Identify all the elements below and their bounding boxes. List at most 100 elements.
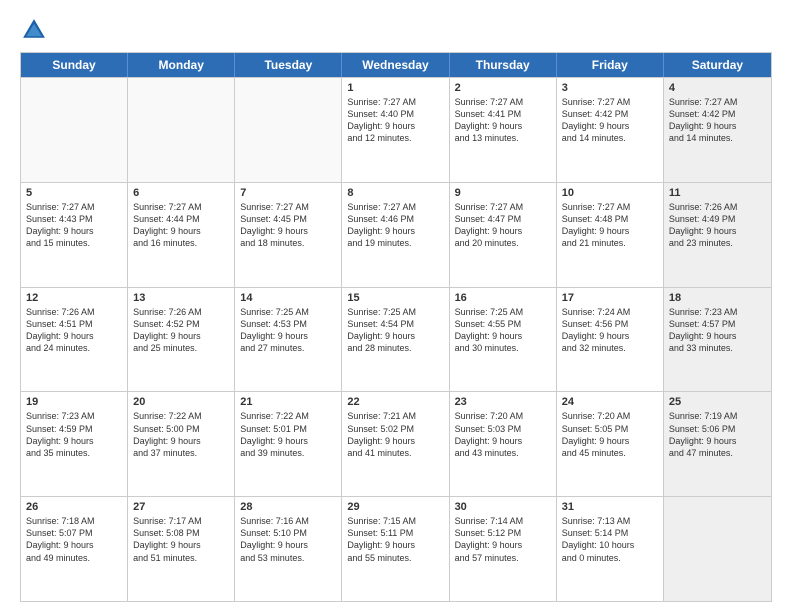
day-number: 17 xyxy=(562,292,658,304)
calendar-row-1: 1 Sunrise: 7:27 AM Sunset: 4:40 PM Daylig… xyxy=(21,77,771,182)
day-cell-8: 8Sunrise: 7:27 AM Sunset: 4:46 PM Daylig… xyxy=(342,183,449,287)
header-day-wednesday: Wednesday xyxy=(342,53,449,77)
day-cell-30: 30 Sunrise: 7:14 AM Sunset: 5:12 PM Dayli… xyxy=(450,497,557,601)
day-number: 2 xyxy=(455,82,551,94)
day-number: 31 xyxy=(562,501,658,513)
header-day-tuesday: Tuesday xyxy=(235,53,342,77)
day-info: Sunrise: 7:27 AM Sunset: 4:48 PM Dayligh… xyxy=(562,201,658,250)
day-cell-20: 20 Sunrise: 7:22 AM Sunset: 5:00 PM Dayli… xyxy=(128,392,235,496)
day-number: 14 xyxy=(240,292,336,304)
day-cell-5: 5 Sunrise: 7:27 AM Sunset: 4:43 PM Daylig… xyxy=(21,183,128,287)
day-cell-15: 15 Sunrise: 7:25 AM Sunset: 4:54 PM Dayli… xyxy=(342,288,449,392)
empty-cell-r0c1 xyxy=(128,78,235,182)
day-number: 27 xyxy=(133,501,229,513)
page: SundayMondayTuesdayWednesdayThursdayFrid… xyxy=(0,0,792,612)
empty-cell-r4c6 xyxy=(664,497,771,601)
day-number: 1 xyxy=(347,82,443,94)
day-cell-21: 21 Sunrise: 7:22 AM Sunset: 5:01 PM Dayli… xyxy=(235,392,342,496)
day-number: 20 xyxy=(133,396,229,408)
header-day-sunday: Sunday xyxy=(21,53,128,77)
day-number: 18 xyxy=(669,292,766,304)
day-info: Sunrise: 7:20 AM Sunset: 5:03 PM Dayligh… xyxy=(455,410,551,459)
day-cell-11: 11 Sunrise: 7:26 AM Sunset: 4:49 PM Dayli… xyxy=(664,183,771,287)
day-number: 10 xyxy=(562,187,658,199)
day-cell-1: 1 Sunrise: 7:27 AM Sunset: 4:40 PM Daylig… xyxy=(342,78,449,182)
header-day-monday: Monday xyxy=(128,53,235,77)
day-cell-14: 14 Sunrise: 7:25 AM Sunset: 4:53 PM Dayli… xyxy=(235,288,342,392)
day-number: 26 xyxy=(26,501,122,513)
day-info: Sunrise: 7:27 AM Sunset: 4:42 PM Dayligh… xyxy=(562,96,658,145)
day-info: Sunrise: 7:27 AM Sunset: 4:42 PM Dayligh… xyxy=(669,96,766,145)
day-cell-29: 29Sunrise: 7:15 AM Sunset: 5:11 PM Dayli… xyxy=(342,497,449,601)
day-info: Sunrise: 7:27 AM Sunset: 4:43 PM Dayligh… xyxy=(26,201,122,250)
day-cell-24: 24Sunrise: 7:20 AM Sunset: 5:05 PM Dayli… xyxy=(557,392,664,496)
day-number: 23 xyxy=(455,396,551,408)
day-number: 5 xyxy=(26,187,122,199)
calendar-row-4: 19Sunrise: 7:23 AM Sunset: 4:59 PM Dayli… xyxy=(21,391,771,496)
day-cell-23: 23 Sunrise: 7:20 AM Sunset: 5:03 PM Dayli… xyxy=(450,392,557,496)
day-info: Sunrise: 7:22 AM Sunset: 5:00 PM Dayligh… xyxy=(133,410,229,459)
day-info: Sunrise: 7:27 AM Sunset: 4:45 PM Dayligh… xyxy=(240,201,336,250)
day-cell-9: 9 Sunrise: 7:27 AM Sunset: 4:47 PM Daylig… xyxy=(450,183,557,287)
empty-cell-r0c0 xyxy=(21,78,128,182)
day-number: 15 xyxy=(347,292,443,304)
day-cell-4: 4 Sunrise: 7:27 AM Sunset: 4:42 PM Daylig… xyxy=(664,78,771,182)
day-info: Sunrise: 7:25 AM Sunset: 4:55 PM Dayligh… xyxy=(455,306,551,355)
logo xyxy=(20,16,52,44)
day-number: 8 xyxy=(347,187,443,199)
day-cell-13: 13 Sunrise: 7:26 AM Sunset: 4:52 PM Dayli… xyxy=(128,288,235,392)
day-number: 7 xyxy=(240,187,336,199)
day-number: 9 xyxy=(455,187,551,199)
day-cell-19: 19Sunrise: 7:23 AM Sunset: 4:59 PM Dayli… xyxy=(21,392,128,496)
day-cell-27: 27 Sunrise: 7:17 AM Sunset: 5:08 PM Dayli… xyxy=(128,497,235,601)
header xyxy=(20,16,772,44)
logo-icon xyxy=(20,16,48,44)
day-info: Sunrise: 7:17 AM Sunset: 5:08 PM Dayligh… xyxy=(133,515,229,564)
day-info: Sunrise: 7:15 AM Sunset: 5:11 PM Dayligh… xyxy=(347,515,443,564)
day-info: Sunrise: 7:25 AM Sunset: 4:54 PM Dayligh… xyxy=(347,306,443,355)
day-info: Sunrise: 7:18 AM Sunset: 5:07 PM Dayligh… xyxy=(26,515,122,564)
day-number: 12 xyxy=(26,292,122,304)
day-cell-10: 10 Sunrise: 7:27 AM Sunset: 4:48 PM Dayli… xyxy=(557,183,664,287)
header-day-thursday: Thursday xyxy=(450,53,557,77)
day-cell-31: 31 Sunrise: 7:13 AM Sunset: 5:14 PM Dayli… xyxy=(557,497,664,601)
day-cell-25: 25Sunrise: 7:19 AM Sunset: 5:06 PM Dayli… xyxy=(664,392,771,496)
day-info: Sunrise: 7:26 AM Sunset: 4:52 PM Dayligh… xyxy=(133,306,229,355)
day-cell-26: 26 Sunrise: 7:18 AM Sunset: 5:07 PM Dayli… xyxy=(21,497,128,601)
day-info: Sunrise: 7:24 AM Sunset: 4:56 PM Dayligh… xyxy=(562,306,658,355)
day-info: Sunrise: 7:27 AM Sunset: 4:44 PM Dayligh… xyxy=(133,201,229,250)
day-info: Sunrise: 7:25 AM Sunset: 4:53 PM Dayligh… xyxy=(240,306,336,355)
day-info: Sunrise: 7:13 AM Sunset: 5:14 PM Dayligh… xyxy=(562,515,658,564)
day-info: Sunrise: 7:26 AM Sunset: 4:49 PM Dayligh… xyxy=(669,201,766,250)
day-number: 21 xyxy=(240,396,336,408)
day-cell-6: 6Sunrise: 7:27 AM Sunset: 4:44 PM Daylig… xyxy=(128,183,235,287)
day-number: 4 xyxy=(669,82,766,94)
day-cell-2: 2 Sunrise: 7:27 AM Sunset: 4:41 PM Daylig… xyxy=(450,78,557,182)
day-cell-28: 28 Sunrise: 7:16 AM Sunset: 5:10 PM Dayli… xyxy=(235,497,342,601)
day-number: 13 xyxy=(133,292,229,304)
day-info: Sunrise: 7:23 AM Sunset: 4:57 PM Dayligh… xyxy=(669,306,766,355)
day-info: Sunrise: 7:22 AM Sunset: 5:01 PM Dayligh… xyxy=(240,410,336,459)
day-number: 24 xyxy=(562,396,658,408)
day-cell-18: 18 Sunrise: 7:23 AM Sunset: 4:57 PM Dayli… xyxy=(664,288,771,392)
day-number: 16 xyxy=(455,292,551,304)
day-number: 11 xyxy=(669,187,766,199)
day-cell-22: 22Sunrise: 7:21 AM Sunset: 5:02 PM Dayli… xyxy=(342,392,449,496)
day-number: 22 xyxy=(347,396,443,408)
day-info: Sunrise: 7:14 AM Sunset: 5:12 PM Dayligh… xyxy=(455,515,551,564)
day-info: Sunrise: 7:27 AM Sunset: 4:41 PM Dayligh… xyxy=(455,96,551,145)
day-info: Sunrise: 7:23 AM Sunset: 4:59 PM Dayligh… xyxy=(26,410,122,459)
day-number: 28 xyxy=(240,501,336,513)
day-info: Sunrise: 7:27 AM Sunset: 4:40 PM Dayligh… xyxy=(347,96,443,145)
header-day-friday: Friday xyxy=(557,53,664,77)
empty-cell-r0c2 xyxy=(235,78,342,182)
day-info: Sunrise: 7:16 AM Sunset: 5:10 PM Dayligh… xyxy=(240,515,336,564)
day-cell-7: 7 Sunrise: 7:27 AM Sunset: 4:45 PM Daylig… xyxy=(235,183,342,287)
calendar-header: SundayMondayTuesdayWednesdayThursdayFrid… xyxy=(21,53,771,77)
day-number: 30 xyxy=(455,501,551,513)
day-info: Sunrise: 7:27 AM Sunset: 4:47 PM Dayligh… xyxy=(455,201,551,250)
calendar-row-5: 26 Sunrise: 7:18 AM Sunset: 5:07 PM Dayli… xyxy=(21,496,771,601)
day-info: Sunrise: 7:19 AM Sunset: 5:06 PM Dayligh… xyxy=(669,410,766,459)
day-number: 3 xyxy=(562,82,658,94)
day-cell-12: 12Sunrise: 7:26 AM Sunset: 4:51 PM Dayli… xyxy=(21,288,128,392)
